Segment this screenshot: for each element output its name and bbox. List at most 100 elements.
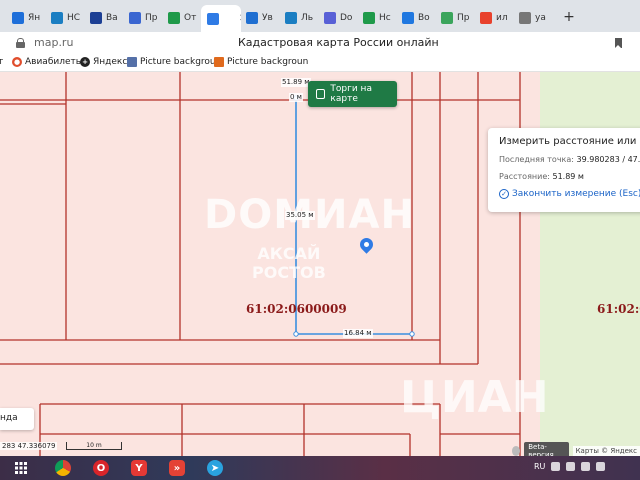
picture-icon — [214, 57, 224, 67]
chrome-icon — [55, 460, 71, 476]
taskbar-app-button[interactable]: O — [86, 458, 116, 478]
distance-value: 51.89 м — [552, 172, 584, 181]
checkbox-icon[interactable] — [316, 89, 326, 99]
browser-tab[interactable]: Пр — [123, 7, 160, 29]
blue-arrow-icon — [12, 12, 24, 24]
browser-tab[interactable]: уа — [513, 7, 550, 29]
notifications-icon[interactable] — [596, 462, 606, 471]
taskbar-app-button[interactable] — [48, 458, 78, 478]
tab-label: Ль — [301, 13, 314, 23]
picture-icon — [127, 57, 137, 67]
cursor-coordinates: 283 47.336079 — [0, 442, 58, 450]
battery-icon[interactable] — [581, 462, 591, 471]
yandex-icon — [480, 12, 492, 24]
tab-label: НС — [67, 13, 81, 23]
last-point-value: 39.980283 / 47.33 — [576, 155, 640, 164]
volume-icon[interactable] — [566, 462, 576, 471]
watermark-cian: ЦИАН — [400, 372, 549, 423]
blue-square-icon — [285, 12, 297, 24]
distance-label: Расстояние: — [499, 172, 550, 181]
yandex-icon: + — [80, 57, 90, 67]
tab-label: Пр — [457, 13, 470, 23]
tab-label: Во — [418, 13, 430, 23]
scale-bar: 10 m — [66, 442, 122, 450]
tab-label: ил — [496, 13, 508, 23]
taskbar-app-button[interactable]: » — [162, 458, 192, 478]
network-icon[interactable] — [551, 462, 561, 471]
blue-arrow-icon — [324, 12, 336, 24]
measure-label-top: 51.89 м — [281, 78, 311, 87]
browser-tab-strip: Ян НС Ва Пр От ✕ Ув Ль Do Нс Во Пр ил уа + — [0, 0, 640, 32]
legend-toggle-label: нда — [0, 413, 18, 423]
browser-tab[interactable]: Do — [318, 7, 355, 29]
yandex-browser-icon: Y — [131, 460, 147, 476]
green-cross-icon — [363, 12, 375, 24]
blue-triangle-icon — [90, 12, 102, 24]
browser-tab[interactable]: Пр — [435, 7, 472, 29]
beta-badge[interactable]: Beta-версия — [524, 442, 569, 456]
auction-map-button[interactable]: Торги на карте — [308, 81, 397, 107]
finish-measure-button[interactable]: ✓ Закончить измерение (Esc) — [499, 189, 640, 199]
doc-icon — [519, 12, 531, 24]
green-cross-icon — [168, 12, 180, 24]
lock-icon — [16, 38, 25, 48]
globe-icon: ● — [12, 57, 22, 67]
distance-row: Расстояние: 51.89 м — [499, 172, 640, 181]
legend-toggle[interactable]: нда — [0, 408, 34, 430]
browser-tab[interactable]: Ян — [6, 7, 43, 29]
watermark-city: АКСАЙ РОСТОВ — [252, 244, 326, 282]
telegram-icon: ➤ — [207, 460, 223, 476]
tab-label: Ва — [106, 13, 118, 23]
bookmark-picture-2[interactable]: Picture backgroun — [214, 57, 308, 67]
language-indicator[interactable]: RU — [534, 462, 545, 471]
taskbar-app-button[interactable]: ➤ — [200, 458, 230, 478]
anydesk-icon: » — [169, 460, 185, 476]
bookmark-picture-1[interactable]: Picture backgroun — [127, 57, 221, 67]
info-icon[interactable] — [512, 446, 521, 456]
start-grid-icon[interactable] — [6, 458, 36, 478]
url-text[interactable]: map.ru — [34, 36, 73, 49]
browser-tab[interactable]: Во — [396, 7, 433, 29]
measure-label-vertical: 35.05 м — [285, 211, 315, 220]
tab-label: Нс — [379, 13, 391, 23]
bookmark-yandex[interactable]: + Яндекс — [80, 57, 127, 67]
last-point-label: Последняя точка: — [499, 155, 574, 164]
map-credit[interactable]: Карты © Яндекс — [572, 446, 640, 456]
bookmark-icon[interactable] — [615, 38, 622, 48]
last-point-row: Последняя точка: 39.980283 / 47.33 — [499, 155, 640, 164]
measure-panel-title: Измерить расстояние или площ — [499, 136, 640, 147]
parcel-number-right[interactable]: 61:02:06 — [597, 302, 640, 316]
grid-icon — [15, 462, 27, 474]
map-footer: Beta-версия Карты © Яндекс — [512, 442, 640, 456]
os-taskbar: O Y » ➤ RU — [0, 456, 640, 480]
browser-tab[interactable]: ✕ — [201, 5, 241, 32]
address-bar[interactable]: map.ru Кадастровая карта России онлайн — [0, 32, 640, 54]
cadastral-map[interactable]: DOMИАН АКСАЙ РОСТОВ ЦИАН 51.89 м 0 м 35.… — [0, 72, 640, 456]
bookmarks-bar: т ● Авиабилеты + Яндекс Picture backgrou… — [0, 54, 640, 72]
blue-check-icon — [129, 12, 141, 24]
new-tab-button[interactable]: + — [562, 10, 576, 24]
browser-tab[interactable]: НС — [45, 7, 82, 29]
browser-tab[interactable]: ил — [474, 7, 511, 29]
blue-square-icon — [51, 12, 63, 24]
browser-tab[interactable]: Нс — [357, 7, 394, 29]
parcel-number-main[interactable]: 61:02:0600009 — [246, 302, 347, 316]
browser-tab[interactable]: От — [162, 7, 199, 29]
browser-tab[interactable]: Ва — [84, 7, 121, 29]
measure-label-bottom: 16.84 м — [343, 329, 373, 338]
check-circle-icon: ✓ — [499, 189, 509, 199]
tab-label: Ув — [262, 13, 273, 23]
bookmark-aviabilety[interactable]: ● Авиабилеты — [12, 57, 83, 67]
page-title: Кадастровая карта России онлайн — [238, 36, 439, 49]
blue-circle-icon — [207, 12, 219, 25]
measure-point — [293, 331, 299, 337]
taskbar-app-button[interactable]: Y — [124, 458, 154, 478]
measure-panel: Измерить расстояние или площ Последняя т… — [488, 128, 640, 212]
watermark-line-1: АКСАЙ — [257, 244, 321, 263]
blue-t-icon — [402, 12, 414, 24]
browser-tab[interactable]: Ль — [279, 7, 316, 29]
measure-label-zero: 0 м — [289, 93, 303, 102]
browser-tab[interactable]: Ув — [240, 7, 277, 29]
watermark-line-2: РОСТОВ — [252, 263, 326, 282]
tab-label: Do — [340, 13, 353, 23]
